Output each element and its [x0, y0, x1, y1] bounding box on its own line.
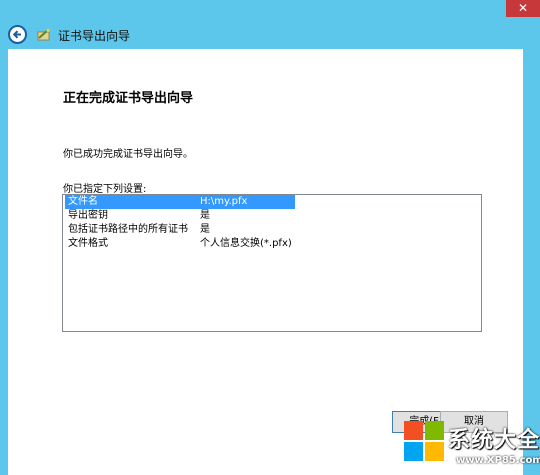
close-button[interactable]: ✕: [506, 0, 540, 17]
selection-highlight: [65, 195, 295, 209]
windows-logo-icon: [404, 421, 444, 461]
window-title: 证书导出向导: [58, 29, 131, 43]
setting-name: 导出密钥: [68, 210, 108, 221]
setting-value: 个人信息交换(*.pfx): [200, 238, 292, 249]
settings-list[interactable]: 文件名 H:\my.pfx 导出密钥 是 包括证书路径中的所有证书 是 文件格式…: [62, 194, 482, 332]
setting-value: 是: [200, 210, 210, 221]
settings-label: 你已指定下列设置:: [63, 184, 147, 195]
settings-row-include-path[interactable]: 包括证书路径中的所有证书 是: [63, 223, 481, 237]
settings-row-export-key[interactable]: 导出密钥 是: [63, 209, 481, 223]
page-heading: 正在完成证书导出向导: [63, 91, 194, 106]
setting-name: 文件名: [68, 196, 98, 207]
back-arrow-icon[interactable]: [8, 25, 27, 44]
setting-value: H:\my.pfx: [200, 196, 248, 207]
title-bar: 证书导出向导: [0, 17, 540, 49]
success-message: 你已成功完成证书导出向导。: [63, 149, 193, 160]
setting-value: 是: [200, 224, 210, 235]
certificate-wizard-icon: [36, 27, 52, 43]
watermark: 系统大全 www.XP85.com: [404, 408, 540, 475]
settings-row-filename[interactable]: 文件名 H:\my.pfx: [63, 195, 481, 209]
watermark-text: 系统大全: [448, 427, 540, 453]
watermark-url: www.XP85.com: [456, 455, 540, 466]
setting-name: 文件格式: [68, 238, 108, 249]
settings-row-file-format[interactable]: 文件格式 个人信息交换(*.pfx): [63, 237, 481, 251]
setting-name: 包括证书路径中的所有证书: [68, 224, 188, 235]
